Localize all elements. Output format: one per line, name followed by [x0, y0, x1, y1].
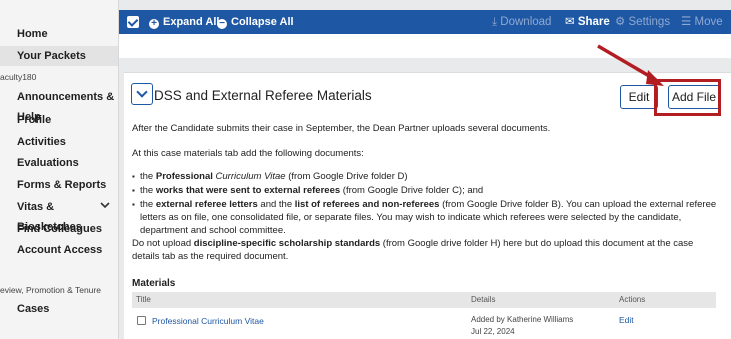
sidebar-item-evaluations[interactable]: Evaluations	[0, 153, 118, 173]
note-text: Do not upload discipline-specific schola…	[132, 238, 694, 262]
plus-icon: +	[149, 19, 159, 29]
select-all-checkbox[interactable]	[127, 16, 139, 28]
collapse-toggle-button[interactable]	[131, 83, 153, 105]
sidebar-item-vitas-biosketches[interactable]: Vitas & Biosketches	[0, 197, 118, 233]
sidebar-item-activities[interactable]: Activities	[0, 132, 118, 152]
edit-button[interactable]: Edit	[620, 85, 658, 109]
card-title: DSS and External Referee Materials	[154, 88, 372, 103]
list-item: the Professional Curriculum Vitae (from …	[132, 170, 722, 183]
sidebar-item-profile[interactable]: Profile	[0, 110, 118, 130]
sidebar-item-account-access[interactable]: Account Access	[0, 240, 118, 260]
toolbar: + Expand All − Collapse All ⤓ Download ✉ S…	[119, 10, 731, 34]
sidebar-item-find-colleagues[interactable]: Find Colleagues	[0, 219, 118, 239]
sidebar-item-your-packets[interactable]: Your Packets	[0, 46, 118, 66]
chevron-down-icon[interactable]	[100, 197, 110, 217]
material-title-link[interactable]: Professional Curriculum Vitae	[152, 316, 264, 326]
materials-heading: Materials	[132, 278, 176, 289]
materials-table-header: Title Details Actions	[132, 292, 716, 308]
sidebar-item-forms-reports[interactable]: Forms & Reports	[0, 175, 118, 195]
list-item: the works that were sent to external ref…	[132, 184, 722, 197]
sidebar-item-cases[interactable]: Cases	[0, 299, 118, 319]
list-item: the external referee letters and the lis…	[132, 198, 722, 237]
document-list: the Professional Curriculum Vitae (from …	[132, 170, 722, 238]
row-checkbox[interactable]	[137, 316, 146, 325]
download-button[interactable]: ⤓ Download	[492, 14, 551, 30]
row-edit-link[interactable]: Edit	[619, 315, 634, 325]
annotation-highlight-box	[654, 79, 721, 116]
material-details: Added by Katherine Williams	[471, 315, 574, 324]
envelope-icon: ✉	[565, 16, 575, 28]
column-header-actions: Actions	[619, 295, 646, 304]
column-header-details: Details	[471, 295, 496, 304]
column-header-title: Title	[136, 295, 151, 304]
share-button[interactable]: ✉ Share	[565, 14, 610, 30]
expand-all-button[interactable]: + Expand All	[149, 14, 219, 30]
instructions-text: At this case materials tab add the follo…	[132, 148, 364, 159]
intro-text: After the Candidate submits their case i…	[132, 123, 551, 134]
list-icon: ☰	[681, 16, 692, 28]
table-row: Professional Curriculum Vitae Added by K…	[132, 312, 716, 339]
material-date: Jul 22, 2024	[471, 327, 515, 336]
settings-button[interactable]: ⚙ Settings	[615, 14, 670, 30]
download-icon: ⤓	[492, 16, 498, 28]
collapse-all-button[interactable]: − Collapse All	[217, 14, 294, 30]
gear-icon: ⚙	[615, 16, 626, 28]
minus-icon: −	[217, 19, 227, 29]
sidebar-section-review-promotion-tenure: eview, Promotion & Tenure	[0, 285, 101, 295]
sidebar-section-faculty180: aculty180	[0, 72, 37, 82]
sidebar-item-home[interactable]: Home	[0, 24, 118, 44]
sidebar-item-announcements[interactable]: Announcements & Help	[0, 87, 118, 123]
sidebar: Home Your Packets aculty180 Announcement…	[0, 0, 119, 339]
move-button[interactable]: ☰ Move	[681, 14, 723, 30]
